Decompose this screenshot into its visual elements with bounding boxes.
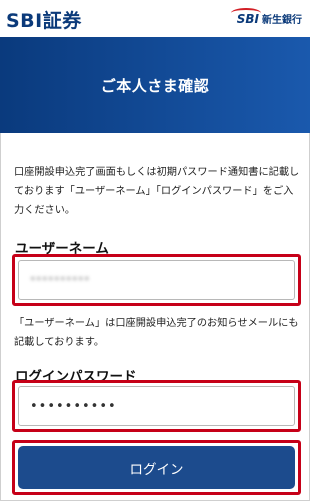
username-value: ********** — [30, 273, 90, 287]
login-button[interactable]: ログイン — [18, 446, 295, 489]
sbi-mark-icon: SBI — [230, 7, 261, 26]
sbi-securities-logo[interactable]: SBI証券 — [6, 6, 82, 33]
site-header: SBI証券 SBI 新生銀行 — [0, 0, 310, 37]
password-input[interactable]: •••••••••• — [18, 386, 295, 426]
swoosh-icon — [230, 7, 261, 18]
bank-name-text: 新生銀行 — [262, 15, 302, 26]
username-input[interactable]: ********** — [18, 260, 295, 300]
intro-text: 口座開設申込完了画面もしくは初期パスワード通知書に記載しております「ユーザーネー… — [14, 167, 300, 216]
password-value: •••••••••• — [30, 398, 117, 414]
username-note: 「ユーザーネーム」は口座開設申込完了のお知らせメールにも記載しております。 — [14, 318, 299, 348]
page-banner: ご本人さま確認 — [0, 37, 310, 133]
shinsei-bank-logo[interactable]: SBI 新生銀行 — [230, 7, 302, 26]
page-title: ご本人さま確認 — [100, 76, 210, 95]
